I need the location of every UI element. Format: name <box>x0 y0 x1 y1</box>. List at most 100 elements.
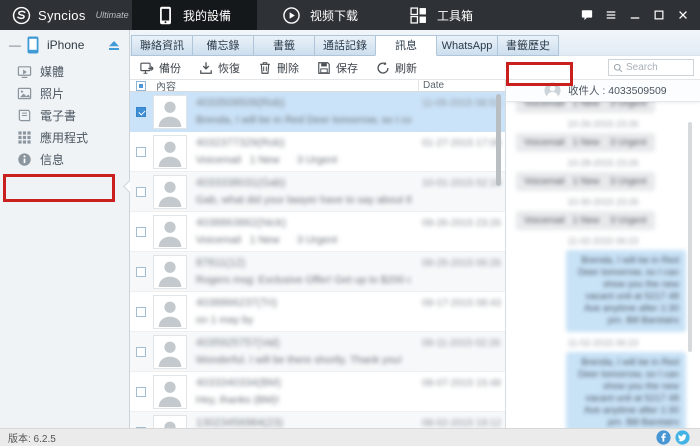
sidebar-item-media[interactable]: 媒體 <box>0 60 129 82</box>
avatar-icon <box>153 375 187 409</box>
statusbar: 版本: 6.2.5 <box>0 428 700 446</box>
message-date: 10-28-2015 23:26 <box>567 158 639 168</box>
facebook-link[interactable] <box>656 430 671 445</box>
search-box[interactable] <box>608 59 694 76</box>
titlebar-nav-item[interactable]: 工具箱 <box>384 0 499 30</box>
row-date: 11-05-2015 08:53 <box>422 98 501 109</box>
social-links <box>656 430 692 445</box>
close-icon <box>677 9 689 21</box>
toolbar-button-label: 恢復 <box>218 62 240 75</box>
row-number: 4038866237(Tri) <box>196 297 277 309</box>
row-checkbox[interactable] <box>136 107 146 117</box>
sidebar-item-label: 應用程式 <box>40 130 89 145</box>
message-date: 10-26-2015 23:26 <box>567 119 639 129</box>
titlebar-nav-item[interactable]: 我的設備 <box>132 0 258 30</box>
minimize-icon <box>629 9 641 21</box>
feedback-button[interactable] <box>579 8 594 23</box>
row-checkbox[interactable] <box>136 267 146 277</box>
titlebar-nav-item-label: 视频下载 <box>310 8 359 23</box>
chat-scrollbar-thumb[interactable] <box>688 122 692 352</box>
tab-書籤歷史[interactable]: 書籤歷史 <box>497 35 559 56</box>
ebook-icon <box>17 108 32 123</box>
twitter-link[interactable] <box>675 430 690 445</box>
toolbar-button-label: 刪除 <box>277 62 299 75</box>
restore-icon <box>199 61 213 75</box>
photos-icon <box>17 86 32 101</box>
tab-訊息[interactable]: 訊息 <box>375 35 437 56</box>
sidebar-item-ebook[interactable]: 電子書 <box>0 104 129 126</box>
search-input[interactable] <box>626 62 689 73</box>
sidebar-item-info[interactable]: 信息 <box>0 148 129 170</box>
version-label: 版本: 6.2.5 <box>8 434 56 445</box>
eject-icon[interactable] <box>108 40 120 51</box>
annotation-highlight-sidebar-messages <box>3 174 115 202</box>
restore-button[interactable]: 恢復 <box>199 60 240 76</box>
maximize-button[interactable] <box>651 8 666 23</box>
list-scrollbar-thumb[interactable] <box>496 94 501 186</box>
avatar-icon <box>153 295 187 329</box>
titlebar-nav-item[interactable]: 视频下载 <box>257 0 384 30</box>
refresh-button[interactable]: 刷新 <box>376 60 417 76</box>
delete-icon <box>258 61 272 75</box>
delete-button[interactable]: 刪除 <box>258 60 299 76</box>
message-row[interactable]: 4038866237(Tri) on 1 may by 09-17-2015 08:… <box>130 292 505 332</box>
titlebar-nav-item-label: 工具箱 <box>437 8 474 23</box>
message-row[interactable]: 4035925757(Val) Wonderful. I will be ther… <box>130 332 505 372</box>
iphone-icon <box>27 36 39 54</box>
message-row[interactable]: 4038863862(Nick) Voicemail 1 New 3 Urgent… <box>130 212 505 252</box>
conversation-header: 收件人 : 4033509509 <box>506 80 700 102</box>
message-row[interactable]: 4033338031(Gab) Gab, what did your lawyer… <box>130 172 505 212</box>
save-button[interactable]: 保存 <box>317 60 358 76</box>
select-all-checkbox[interactable] <box>136 80 146 91</box>
message-row[interactable]: 4033340334(BM) Hey, thanks (BM)! 08-07-201… <box>130 372 505 412</box>
tab-聯絡資訊[interactable]: 聯絡資訊 <box>131 35 193 56</box>
titlebar-nav: 我的設備 视频下载 工具箱 <box>132 0 499 30</box>
message-date: 11-02-2015 06:23 <box>567 338 639 348</box>
app-logo: Syncios Ultimate <box>0 6 132 25</box>
sidebar-item-photos[interactable]: 照片 <box>0 82 129 104</box>
row-date: 08-02-2015 19:12 <box>422 418 501 428</box>
save-icon <box>317 61 331 75</box>
recipient-avatar-icon <box>544 82 561 99</box>
row-checkbox[interactable] <box>136 227 146 237</box>
sidebar-item-label: 信息 <box>40 152 65 167</box>
tab-通話記錄[interactable]: 通話記錄 <box>314 35 376 56</box>
tab-WhatsApp[interactable]: WhatsApp <box>436 35 498 56</box>
app-edition: Ultimate <box>95 10 129 20</box>
sidebar-item-apps[interactable]: 應用程式 <box>0 126 129 148</box>
incoming-bubble: Voicemail 1 New 3 Urgent <box>516 211 655 230</box>
backup-button[interactable]: 備份 <box>140 60 181 76</box>
row-checkbox[interactable] <box>136 347 146 357</box>
row-preview: Rogers msg: Exclusive Offer! Get up to $… <box>196 274 411 286</box>
message-row[interactable]: 87811(12) Rogers msg: Exclusive Offer! Ge… <box>130 252 505 292</box>
minimize-button[interactable] <box>627 8 642 23</box>
row-checkbox[interactable] <box>136 307 146 317</box>
menu-button[interactable] <box>603 8 618 23</box>
outgoing-bubble: Brenda, I will be in Red Deer tomorrow, … <box>566 352 686 428</box>
message-row[interactable]: 13023456984(23) 08-02-2015 19:12 <box>130 412 505 428</box>
row-checkbox[interactable] <box>136 187 146 197</box>
row-date: 08-07-2015 15:48 <box>422 378 501 389</box>
message-row[interactable]: 4033509509(Rob) Brenda, I will be in Red … <box>130 92 505 132</box>
toolbox-icon <box>410 6 427 24</box>
tab-備忘錄[interactable]: 備忘錄 <box>192 35 254 56</box>
avatar-icon <box>153 335 187 369</box>
collapse-icon[interactable]: — <box>9 38 21 52</box>
twitter-icon <box>675 430 690 445</box>
row-checkbox[interactable] <box>136 147 146 157</box>
row-checkbox[interactable] <box>136 387 146 397</box>
message-row[interactable]: 4032377329(Rob) Voicemail 1 New 3 Urgent 0… <box>130 132 505 172</box>
outgoing-bubble: Brenda, I will be in Red Deer tomorrow, … <box>566 250 686 332</box>
tab-書籤[interactable]: 書籤 <box>253 35 315 56</box>
sidebar-item-label: 媒體 <box>40 64 65 79</box>
conversation-messages: Voicemail 1 New 3 Urgent 10-26-2015 23:26… <box>506 102 700 428</box>
row-number: 4033509509(Rob) <box>196 97 285 109</box>
row-date: 09-26-2015 23:26 <box>422 218 501 229</box>
message-list: 內容 Date 4033509509(Rob) Brenda, I will be… <box>130 80 505 428</box>
row-number: 87811(12) <box>196 257 246 269</box>
titlebar: Syncios Ultimate 我的設備 视频下载 工具箱 <box>0 0 700 30</box>
row-date: 10-01-2015 02:16 <box>422 178 501 189</box>
row-number: 4038863862(Nick) <box>196 217 286 229</box>
device-row[interactable]: — iPhone <box>0 30 129 60</box>
close-button[interactable] <box>675 8 690 23</box>
